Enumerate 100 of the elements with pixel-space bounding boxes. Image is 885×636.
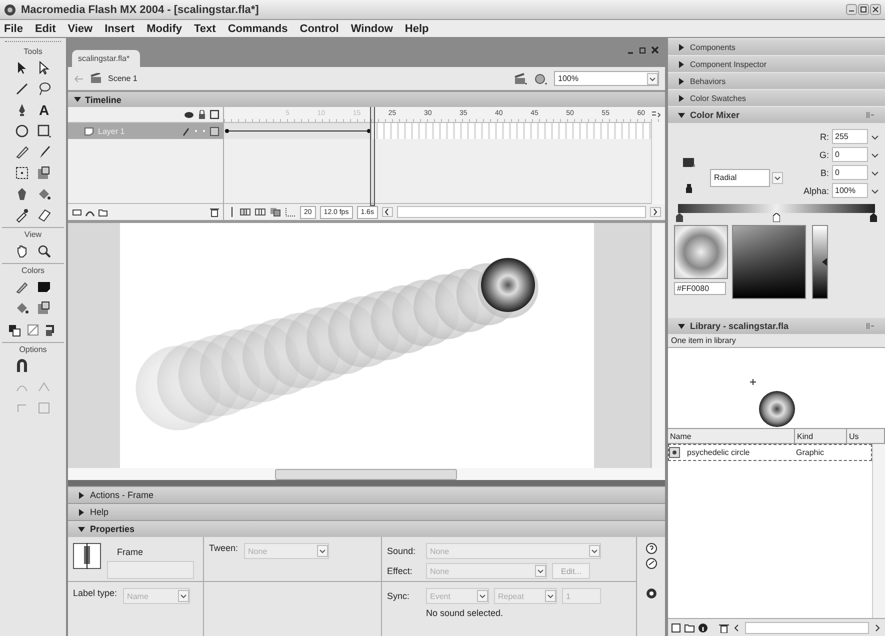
panel-title[interactable]: Components	[690, 42, 736, 52]
collapsed-triangle-icon[interactable]	[678, 44, 685, 50]
timeline-scrollbar[interactable]	[396, 206, 646, 218]
close-icon[interactable]	[651, 46, 659, 54]
panel-title[interactable]: Color Swatches	[690, 94, 746, 102]
trash-icon[interactable]	[719, 622, 729, 632]
menu-item[interactable]: Window	[350, 22, 393, 34]
help-icon[interactable]	[646, 543, 656, 554]
menu-item[interactable]: Insert	[104, 22, 135, 34]
fill-transform-icon[interactable]	[36, 165, 52, 181]
vertical-scrollbar[interactable]	[651, 223, 665, 468]
trash-icon[interactable]	[210, 207, 219, 217]
menu-item[interactable]: Commands	[228, 22, 288, 34]
menu-item[interactable]: Modify	[146, 22, 182, 34]
collapsed-triangle-icon[interactable]	[678, 78, 685, 84]
pencil-icon[interactable]	[14, 144, 30, 160]
edit-scene-icon[interactable]	[514, 72, 528, 84]
options-menu-icon[interactable]	[866, 322, 875, 330]
onion-skin-icon[interactable]	[240, 207, 251, 217]
gradient-bar[interactable]	[678, 204, 875, 213]
playhead[interactable]	[370, 107, 375, 206]
menu-item[interactable]: View	[68, 22, 93, 34]
add-layer-icon[interactable]	[72, 208, 82, 216]
column-header[interactable]: Name	[668, 429, 795, 443]
frame-label-field[interactable]	[107, 561, 194, 579]
gradient-pointer-icon[interactable]	[676, 213, 683, 222]
gradient-pointer-icon[interactable]	[773, 213, 780, 222]
scroll-left-icon[interactable]	[382, 207, 393, 217]
vertical-scrollbar[interactable]	[872, 444, 885, 618]
collapsed-triangle-icon[interactable]	[78, 492, 85, 498]
panel-title[interactable]: Actions - Frame	[90, 490, 154, 500]
line-icon[interactable]	[14, 81, 30, 97]
menu-item[interactable]: File	[4, 22, 23, 34]
new-symbol-icon[interactable]	[671, 622, 681, 632]
library-row[interactable]: psychedelic circle Graphic	[668, 444, 872, 461]
menu-item[interactable]: Control	[300, 22, 339, 34]
new-folder-icon[interactable]	[684, 622, 695, 632]
collapsed-triangle-icon[interactable]	[678, 60, 685, 68]
eraser-icon[interactable]	[36, 207, 52, 223]
expanded-triangle-icon[interactable]	[74, 96, 81, 103]
panel-title[interactable]: Behaviors	[690, 76, 726, 86]
add-folder-icon[interactable]	[98, 208, 108, 216]
channel-field[interactable]: 100%	[832, 183, 868, 198]
horizontal-scrollbar[interactable]	[68, 468, 665, 480]
rectangle-icon[interactable]	[36, 123, 52, 139]
default-colors-icon[interactable]	[7, 322, 23, 338]
collapse-icon[interactable]	[646, 558, 656, 569]
no-color-icon[interactable]	[25, 322, 41, 338]
sync-label: Sync:	[387, 591, 411, 601]
vertical-scrollbar[interactable]	[651, 122, 665, 204]
column-header[interactable]: Us	[847, 429, 885, 443]
color-spectrum[interactable]	[732, 225, 806, 299]
expanded-triangle-icon[interactable]	[678, 112, 685, 118]
column-header[interactable]: Kind	[795, 429, 847, 443]
fill-type-dropdown[interactable]: Radial	[710, 168, 770, 186]
fill-color-icon[interactable]	[36, 279, 52, 295]
menu-item[interactable]: Text	[194, 22, 216, 34]
menu-item[interactable]: Help	[404, 22, 429, 34]
collapsed-triangle-icon[interactable]	[78, 508, 85, 516]
scroll-right-icon[interactable]	[650, 207, 661, 217]
eye-icon[interactable]	[184, 110, 194, 118]
panel-title[interactable]: Color Mixer	[690, 110, 740, 120]
text-tool[interactable]: A	[38, 102, 50, 118]
onion-outline-icon[interactable]	[255, 207, 266, 217]
lock-icon[interactable]	[198, 110, 206, 119]
fill-color-icon[interactable]	[682, 157, 696, 169]
zoom-field[interactable]: 100%	[554, 71, 659, 86]
panel-title[interactable]: Component Inspector	[690, 60, 766, 68]
document-tab[interactable]: scalingstar.fla*	[72, 50, 140, 67]
hex-field[interactable]: #FF0080	[674, 282, 726, 295]
frame-view-menu-icon[interactable]	[651, 110, 662, 119]
properties-icon[interactable]	[698, 622, 708, 632]
free-transform-icon[interactable]	[14, 165, 30, 181]
close-icon[interactable]	[870, 4, 881, 15]
restore-icon[interactable]	[639, 46, 647, 54]
accessibility-icon[interactable]	[646, 588, 656, 599]
channel-field[interactable]: 0	[832, 147, 868, 162]
menu-item[interactable]: Edit	[34, 22, 56, 34]
options-menu-icon[interactable]	[866, 111, 875, 119]
edit-multiple-frames-icon[interactable]	[270, 207, 281, 217]
magnet-icon[interactable]	[14, 358, 30, 374]
horizontal-scrollbar[interactable]	[745, 622, 869, 634]
fill-transform-icon[interactable]	[36, 300, 52, 316]
panel-title[interactable]: Help	[90, 507, 109, 517]
restore-icon[interactable]	[858, 4, 869, 15]
gradient-pointer-icon[interactable]	[870, 213, 877, 222]
eyedropper-icon[interactable]	[14, 207, 30, 223]
minimize-icon[interactable]	[846, 4, 857, 15]
brightness-pointer-icon[interactable]	[822, 258, 827, 266]
channel-field[interactable]: 0	[832, 165, 868, 180]
channel-field[interactable]: 255	[832, 129, 868, 144]
zoom-icon[interactable]	[36, 243, 52, 259]
expanded-triangle-icon[interactable]	[78, 526, 85, 532]
panel-title[interactable]: Properties	[90, 524, 135, 534]
brightness-slider[interactable]	[812, 225, 828, 299]
edit-symbols-icon[interactable]	[534, 72, 548, 84]
collapsed-triangle-icon[interactable]	[678, 94, 685, 102]
expanded-triangle-icon[interactable]	[678, 322, 685, 330]
onion-markers-icon[interactable]	[285, 207, 296, 217]
oval-icon[interactable]	[14, 123, 30, 139]
